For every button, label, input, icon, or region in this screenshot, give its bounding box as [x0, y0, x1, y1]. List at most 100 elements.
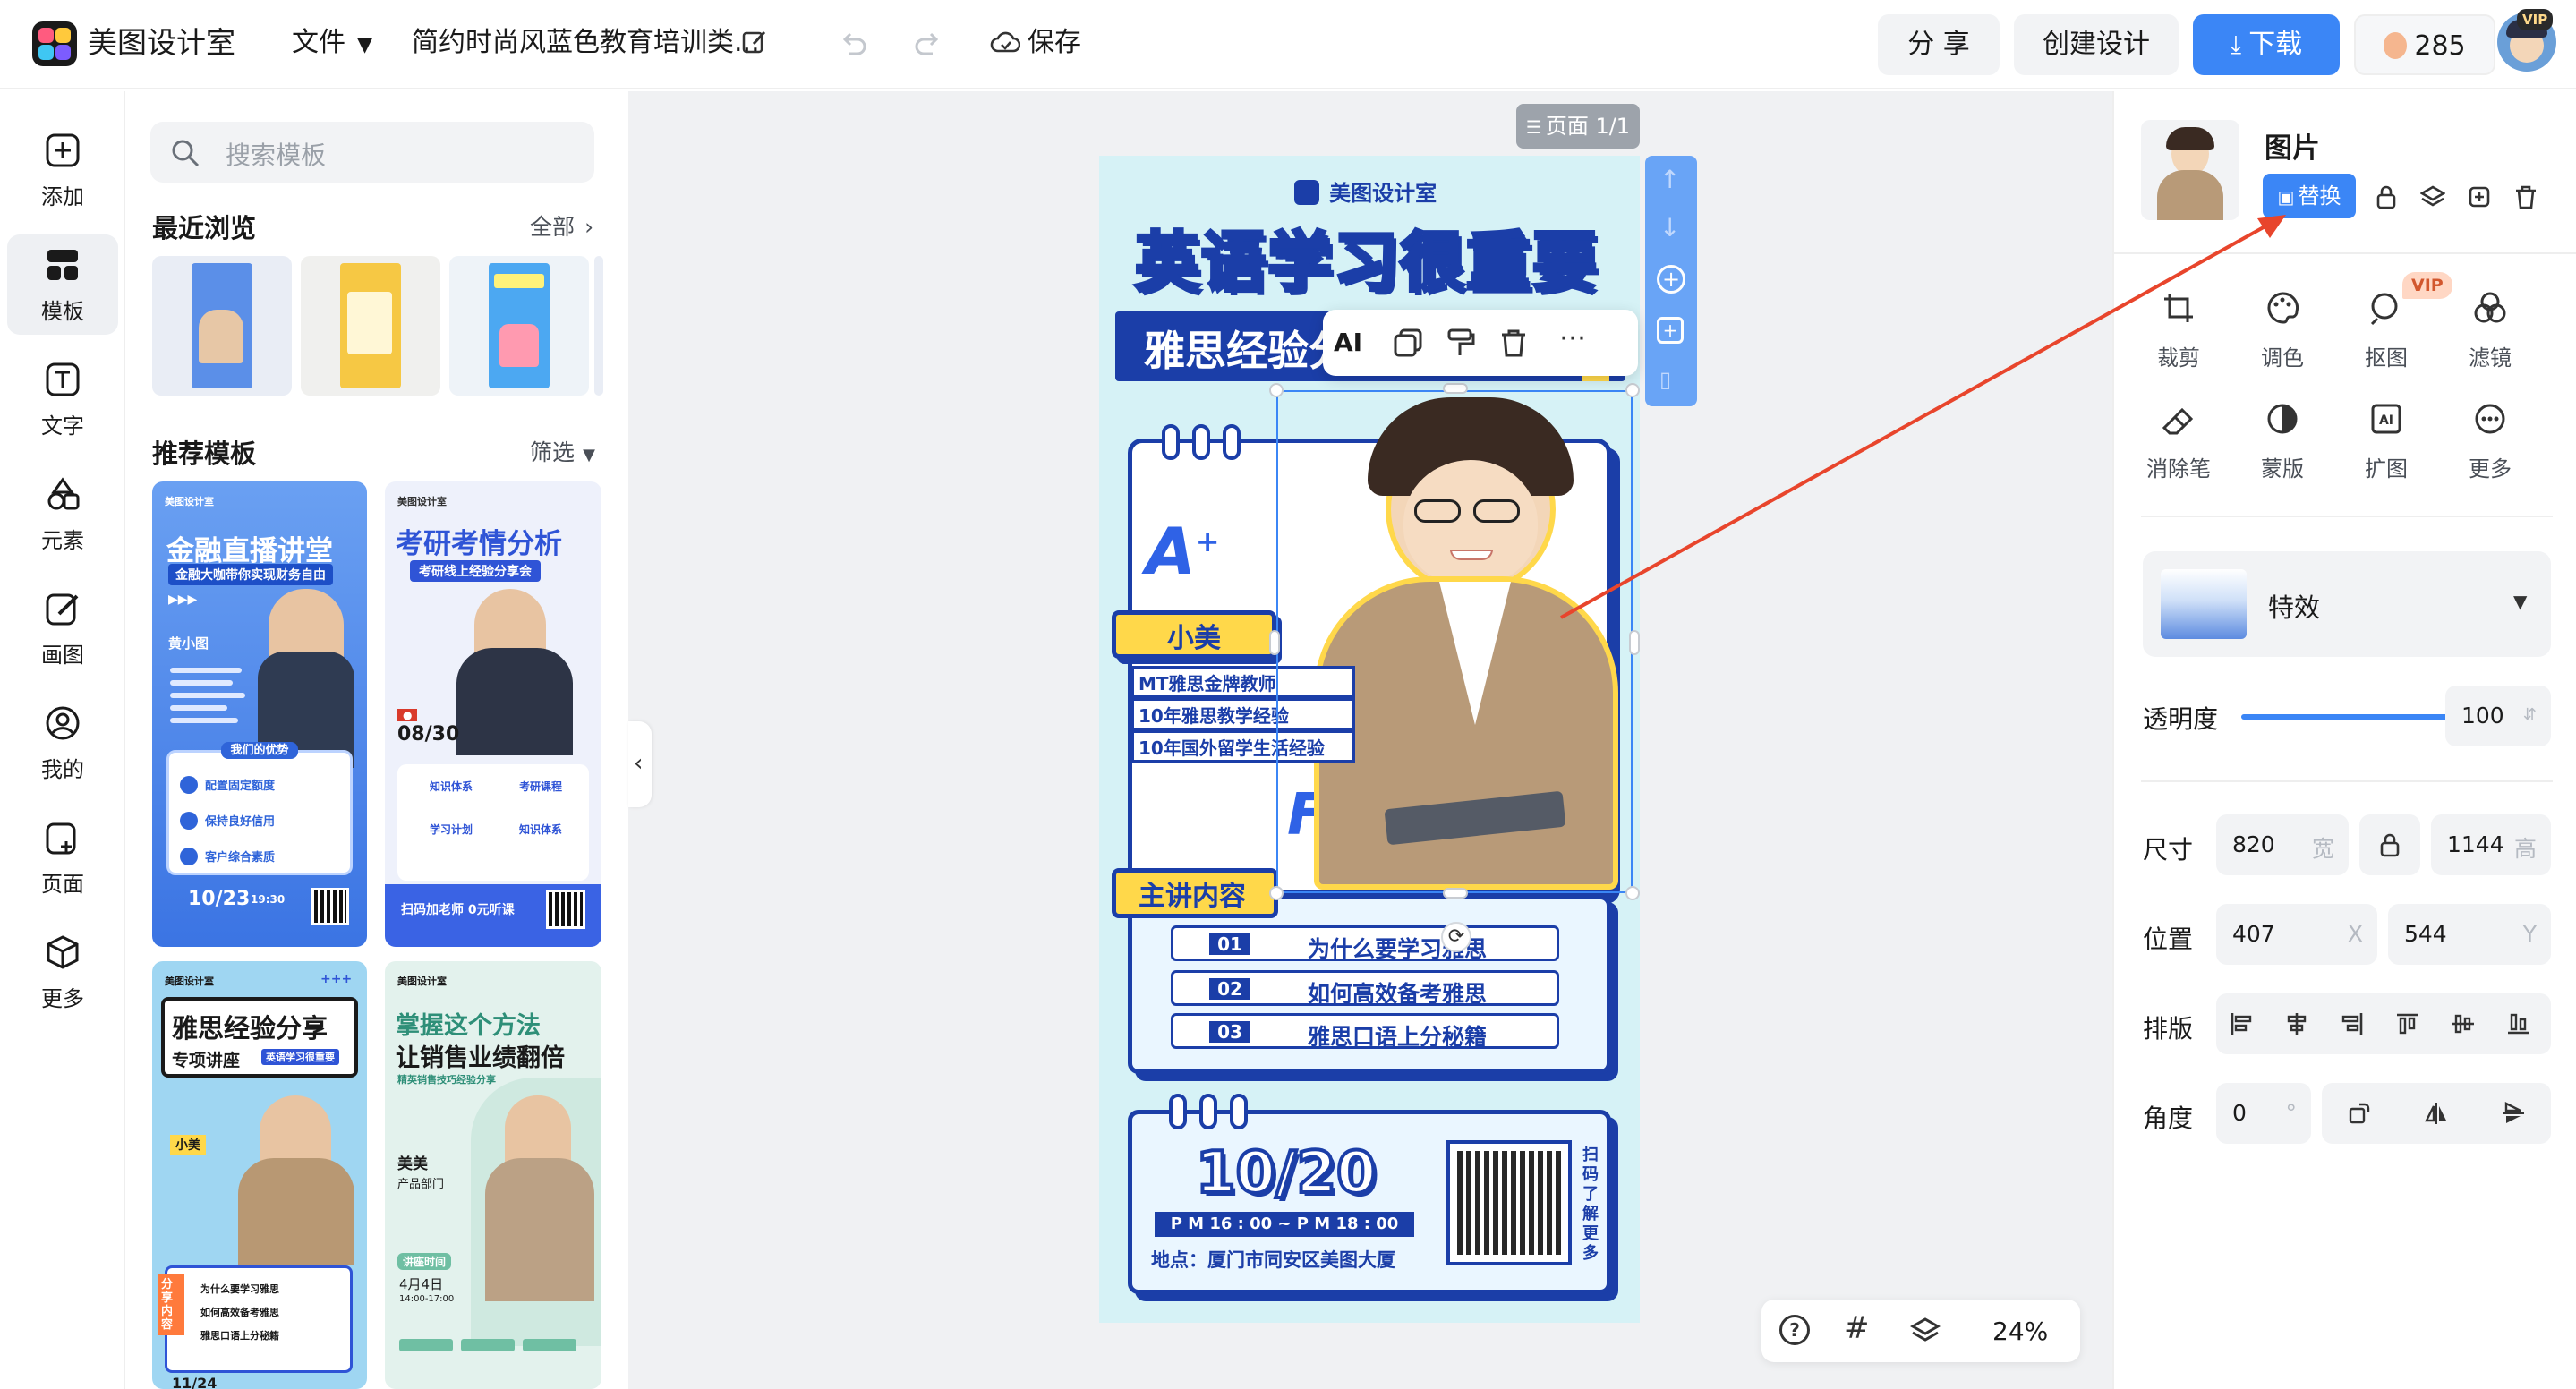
vip-badge: VIP — [2517, 9, 2554, 30]
page-indicator[interactable]: ☰ 页面 1/1 — [1516, 104, 1640, 149]
recent-all-link[interactable]: 全部 › — [530, 209, 593, 242]
height-input[interactable]: 1144 高 — [2431, 814, 2551, 875]
y-input[interactable]: 544 Y — [2388, 904, 2551, 965]
filter-label: 筛选 — [530, 439, 576, 465]
width-value: 820 — [2232, 831, 2275, 857]
rail-item-mine[interactable]: 我的 — [7, 693, 118, 793]
card-footer: 扫码加老师 0元听课 — [401, 903, 515, 917]
duplicate-icon[interactable] — [1393, 328, 1423, 358]
recent-thumb[interactable] — [449, 256, 589, 396]
align-top-icon[interactable] — [2395, 1011, 2420, 1036]
rail-item-page[interactable]: 页面 — [7, 807, 118, 908]
delete-page-icon[interactable]: ▯ — [1659, 367, 1671, 392]
opacity-input[interactable]: 100 ⇵ — [2445, 686, 2551, 746]
rail-label: 添加 — [41, 184, 84, 209]
rail-item-element[interactable]: 元素 — [7, 464, 118, 564]
template-card-finance[interactable]: 美图设计室 金融直播讲堂 金融大咖带你实现财务自由 ▶▶▶ 黄小图 我们的优势 … — [152, 481, 367, 947]
tool-eraser[interactable]: 消除笔 — [2134, 401, 2223, 482]
card-side: 分享内容 — [158, 1274, 184, 1335]
coins-button[interactable]: 285 — [2354, 14, 2495, 75]
rail-label: 文字 — [41, 413, 84, 439]
copy-page-icon[interactable]: + — [1657, 317, 1684, 344]
rail-label: 我的 — [41, 757, 84, 782]
align-center-horizontal-icon[interactable] — [2284, 1011, 2309, 1036]
rotate-handle-icon[interactable]: ⟳ — [1441, 922, 1471, 952]
undo-icon[interactable] — [838, 29, 868, 59]
rail-item-draw[interactable]: 画图 — [7, 578, 118, 678]
align-left-icon[interactable] — [2229, 1011, 2254, 1036]
width-input[interactable]: 820 宽 — [2216, 814, 2349, 875]
tool-expand[interactable]: AI 扩图 — [2341, 401, 2431, 482]
lock-ratio-button[interactable] — [2359, 814, 2420, 875]
resize-handle[interactable] — [1625, 383, 1640, 397]
angle-input[interactable]: 0 ° — [2216, 1083, 2311, 1144]
rail-item-template[interactable]: 模板 — [7, 234, 118, 335]
tool-color[interactable]: 调色 — [2238, 290, 2327, 371]
resize-handle[interactable] — [1625, 886, 1640, 900]
more-options-icon[interactable]: ⋯ — [1559, 322, 1588, 354]
tool-crop[interactable]: 裁剪 — [2134, 290, 2223, 371]
recent-thumb[interactable] — [152, 256, 292, 396]
download-button[interactable]: ⤓ 下载 — [2193, 14, 2340, 75]
ai-button[interactable]: AI — [1334, 328, 1362, 357]
layers-icon[interactable] — [1910, 1316, 1941, 1346]
replace-button[interactable]: ▣ 替换 — [2263, 174, 2356, 218]
move-down-icon[interactable]: ↓ — [1659, 213, 1680, 243]
recent-thumb[interactable] — [301, 256, 440, 396]
card-time: 14:00-17:00 — [399, 1294, 455, 1304]
format-painter-icon[interactable] — [1445, 328, 1475, 358]
resize-handle[interactable] — [1443, 888, 1468, 899]
tool-cutout[interactable]: 抠图 — [2341, 290, 2431, 371]
flip-horizontal-icon[interactable] — [2424, 1101, 2449, 1126]
card-item: 配置固定额度 — [205, 780, 276, 793]
align-middle-vertical-icon[interactable] — [2451, 1011, 2476, 1036]
redo-icon[interactable] — [913, 29, 943, 59]
tool-filter[interactable]: 滤镜 — [2445, 290, 2535, 371]
resize-handle[interactable] — [1269, 383, 1284, 397]
template-card-sales[interactable]: 美图设计室 掌握这个方法 让销售业绩翻倍 精英销售技巧经验分享 美美 产品部门 … — [385, 961, 601, 1389]
rail-item-add[interactable]: 添加 — [7, 120, 118, 220]
duplicate-icon[interactable] — [2467, 184, 2492, 209]
eraser-icon — [2162, 407, 2194, 435]
align-right-icon[interactable] — [2340, 1011, 2365, 1036]
align-bottom-icon[interactable] — [2506, 1011, 2531, 1036]
grid-icon[interactable]: # — [1844, 1310, 1870, 1346]
effect-dropdown[interactable]: 特效 ▼ — [2143, 551, 2551, 657]
file-menu[interactable]: 文件 ▼ — [292, 25, 372, 64]
template-card-exam[interactable]: 美图设计室 考研考情分析 考研线上经验分享会 ● 08/30 知识体系 考研课程… — [385, 481, 601, 947]
template-card-ielts[interactable]: 美图设计室 +++ 雅思经验分享 专项讲座 英语学习很重要 小美 分享内容 为什… — [152, 961, 367, 1389]
brand-name[interactable]: 美图设计室 — [88, 25, 235, 61]
layers-icon[interactable] — [2420, 184, 2445, 209]
zoom-level[interactable]: 24% — [1992, 1317, 2048, 1346]
collapse-panel-handle[interactable]: ‹ — [628, 721, 652, 807]
align-toolbar — [2216, 993, 2551, 1054]
tool-mask[interactable]: 蒙版 — [2238, 401, 2327, 482]
help-icon[interactable]: ? — [1779, 1315, 1810, 1345]
resize-handle[interactable] — [1629, 630, 1640, 655]
filter-button[interactable]: 筛选 ▼ — [530, 435, 595, 467]
brand-logo-icon[interactable] — [32, 21, 77, 66]
share-button[interactable]: 分 享 — [1878, 14, 2000, 75]
flip-vertical-icon[interactable] — [2501, 1101, 2526, 1126]
edit-title-icon[interactable] — [741, 29, 768, 55]
rail-item-text[interactable]: 文字 — [7, 349, 118, 449]
resize-handle[interactable] — [1269, 630, 1280, 655]
tool-label: 滤镜 — [2469, 345, 2512, 371]
create-design-button[interactable]: 创建设计 — [2014, 14, 2179, 75]
resize-handle[interactable] — [1269, 886, 1284, 900]
selection-box[interactable] — [1276, 390, 1633, 893]
tool-more[interactable]: 更多 — [2445, 401, 2535, 482]
x-input[interactable]: 407 X — [2216, 904, 2377, 965]
resize-handle[interactable] — [1443, 383, 1468, 394]
rotate-icon[interactable] — [2347, 1101, 2372, 1126]
move-up-icon[interactable]: ↑ — [1659, 165, 1680, 194]
document-title[interactable]: 简约时尚风蓝色教育培训类... — [412, 25, 760, 61]
add-page-icon[interactable]: + — [1657, 265, 1685, 294]
delete-icon[interactable] — [2513, 184, 2538, 209]
search-input[interactable]: 搜索模板 — [150, 122, 594, 183]
delete-icon[interactable] — [1498, 328, 1529, 358]
rail-item-more[interactable]: 更多 — [7, 922, 118, 1022]
content-row-num: 03 — [1209, 1021, 1250, 1043]
y-unit: Y — [2522, 921, 2537, 947]
lock-icon[interactable] — [2374, 184, 2399, 209]
